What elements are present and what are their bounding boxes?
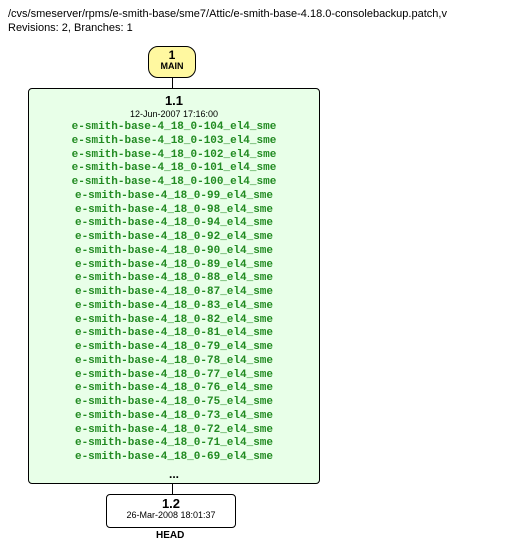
tag-2: e-smith-base-4_18_0-102_el4_sme	[29, 149, 319, 163]
tag-15: e-smith-base-4_18_0-81_el4_sme	[29, 327, 319, 341]
tag-12: e-smith-base-4_18_0-87_el4_sme	[29, 286, 319, 300]
tag-1: e-smith-base-4_18_0-103_el4_sme	[29, 135, 319, 149]
tag-11: e-smith-base-4_18_0-88_el4_sme	[29, 272, 319, 286]
tag-21: e-smith-base-4_18_0-73_el4_sme	[29, 410, 319, 424]
tag-6: e-smith-base-4_18_0-98_el4_sme	[29, 204, 319, 218]
revisions-summary: Revisions: 2, Branches: 1	[8, 22, 522, 34]
revision-1.2-version: 1.2	[107, 497, 235, 510]
revision-1.1-version: 1.1	[29, 93, 319, 108]
tag-5: e-smith-base-4_18_0-99_el4_sme	[29, 190, 319, 204]
tag-13: e-smith-base-4_18_0-83_el4_sme	[29, 300, 319, 314]
tag-14: e-smith-base-4_18_0-82_el4_sme	[29, 314, 319, 328]
tag-4: e-smith-base-4_18_0-100_el4_sme	[29, 176, 319, 190]
tag-22: e-smith-base-4_18_0-72_el4_sme	[29, 424, 319, 438]
tag-7: e-smith-base-4_18_0-94_el4_sme	[29, 217, 319, 231]
tag-20: e-smith-base-4_18_0-75_el4_sme	[29, 396, 319, 410]
revision-graph: 1 MAIN 1.1 12-Jun-2007 17:16:00 e-smith-…	[28, 46, 522, 541]
connector-1	[172, 78, 173, 88]
revision-1.1-box: 1.1 12-Jun-2007 17:16:00 e-smith-base-4_…	[28, 88, 320, 484]
revision-1.2-box: 1.2 26-Mar-2008 18:01:37	[106, 494, 236, 528]
tag-8: e-smith-base-4_18_0-92_el4_sme	[29, 231, 319, 245]
tag-3: e-smith-base-4_18_0-101_el4_sme	[29, 162, 319, 176]
tag-9: e-smith-base-4_18_0-90_el4_sme	[29, 245, 319, 259]
connector-2	[172, 484, 173, 494]
tag-17: e-smith-base-4_18_0-78_el4_sme	[29, 355, 319, 369]
tag-24: e-smith-base-4_18_0-69_el4_sme	[29, 451, 319, 465]
main-branch-label: MAIN	[149, 62, 195, 72]
tag-23: e-smith-base-4_18_0-71_el4_sme	[29, 437, 319, 451]
revision-1.1-date: 12-Jun-2007 17:16:00	[29, 109, 319, 119]
head-label: HEAD	[156, 530, 522, 541]
tags-ellipsis: ...	[29, 467, 319, 481]
tag-16: e-smith-base-4_18_0-79_el4_sme	[29, 341, 319, 355]
tag-0: e-smith-base-4_18_0-104_el4_sme	[29, 121, 319, 135]
main-branch-box: 1 MAIN	[148, 46, 196, 78]
repo-path: /cvs/smeserver/rpms/e-smith-base/sme7/At…	[8, 8, 522, 20]
tag-18: e-smith-base-4_18_0-77_el4_sme	[29, 369, 319, 383]
tag-19: e-smith-base-4_18_0-76_el4_sme	[29, 382, 319, 396]
revision-1.2-date: 26-Mar-2008 18:01:37	[107, 511, 235, 520]
tag-10: e-smith-base-4_18_0-89_el4_sme	[29, 259, 319, 273]
